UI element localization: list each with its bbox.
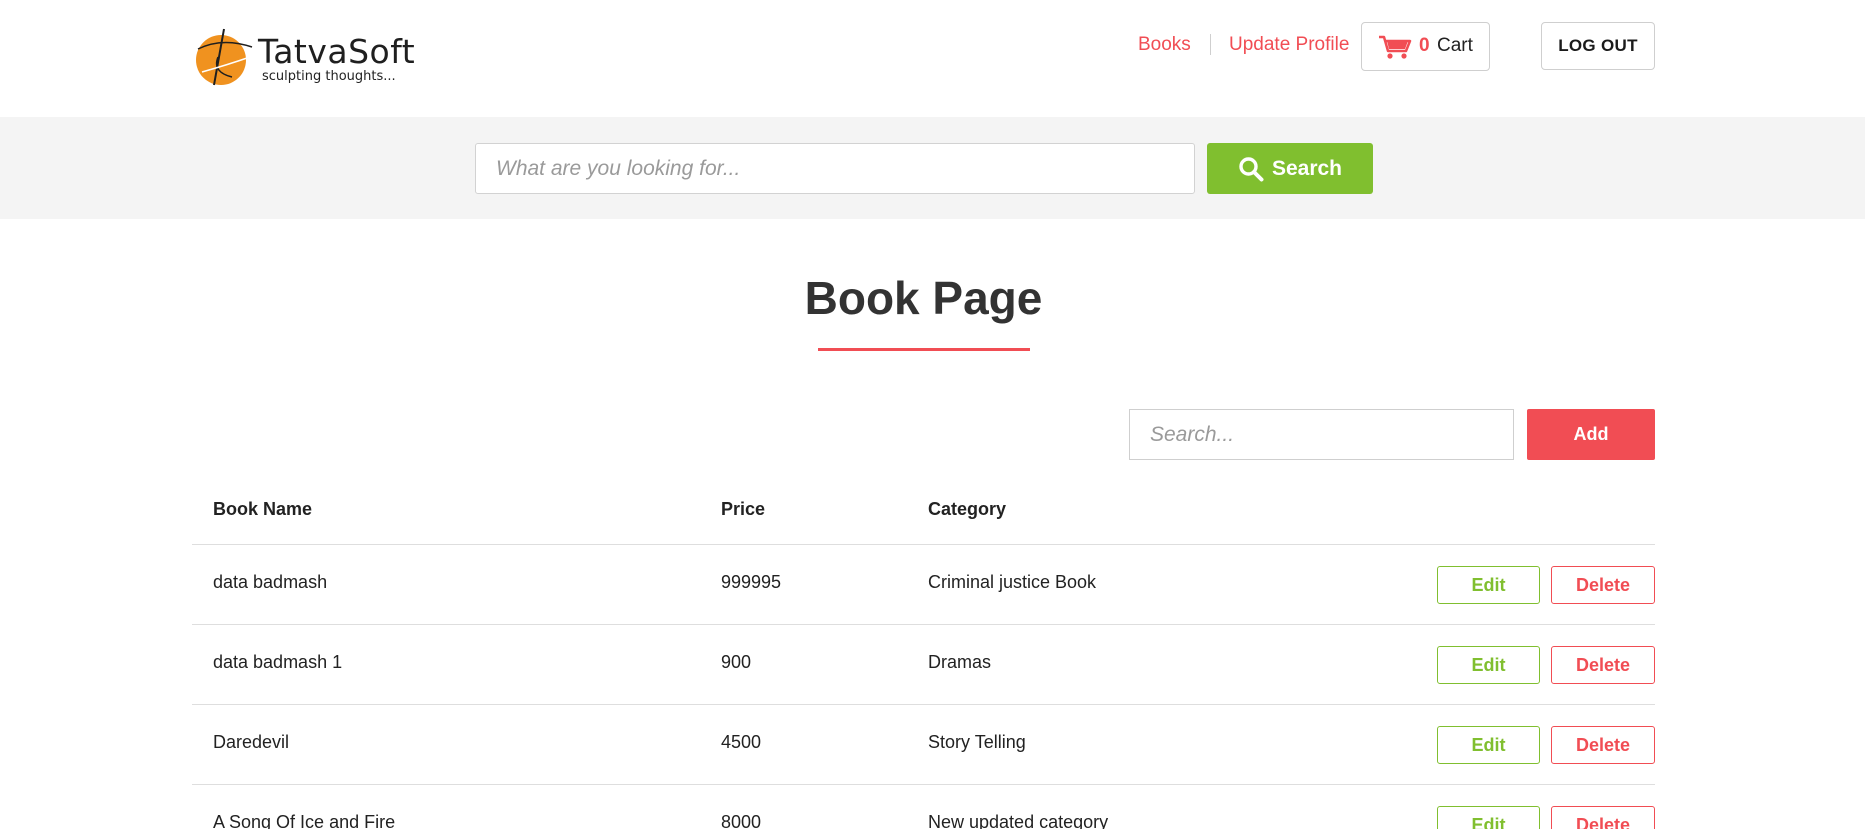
logout-button[interactable]: LOG OUT: [1541, 22, 1655, 70]
brand-logo[interactable]: TatvaSoft sculpting thoughts...: [192, 27, 432, 91]
delete-button[interactable]: Delete: [1551, 566, 1655, 604]
books-table: Book Name Price Category data badmash 99…: [192, 485, 1655, 829]
cart-button[interactable]: 0 Cart: [1361, 22, 1490, 71]
cell-price: 8000: [721, 812, 762, 829]
cell-price: 900: [721, 652, 752, 672]
edit-button[interactable]: Edit: [1437, 726, 1540, 764]
delete-button[interactable]: Delete: [1551, 806, 1655, 829]
column-header-category: Category: [928, 499, 1007, 519]
header: TatvaSoft sculpting thoughts... Books Up…: [0, 0, 1867, 117]
table-row: Daredevil 4500 Story Telling Edit Delete: [192, 705, 1655, 785]
brand-tagline: sculpting thoughts...: [262, 69, 396, 84]
column-header-book-name: Book Name: [213, 499, 313, 519]
cell-price: 4500: [721, 732, 762, 752]
cart-count: 0: [1419, 35, 1430, 56]
cell-category: Criminal justice Book: [928, 572, 1097, 592]
brand-name: TatvaSoft: [258, 32, 416, 71]
search-button-label: Search: [1271, 156, 1343, 180]
table-row: data badmash 999995 Criminal justice Boo…: [192, 545, 1655, 625]
cell-book-name: A Song Of Ice and Fire: [213, 812, 396, 829]
search-icon: [1239, 156, 1264, 181]
cart-label: Cart: [1437, 35, 1473, 56]
cell-category: Dramas: [928, 652, 992, 672]
delete-button[interactable]: Delete: [1551, 646, 1655, 684]
page-title: Book Page: [804, 272, 1043, 324]
table-search-input[interactable]: [1129, 409, 1514, 460]
add-button[interactable]: Add: [1527, 409, 1655, 460]
cell-book-name: data badmash 1: [213, 652, 343, 672]
cart-icon: [1379, 35, 1412, 59]
edit-button[interactable]: Edit: [1437, 806, 1540, 829]
cell-book-name: data badmash: [213, 572, 328, 592]
nav-books-link[interactable]: Books: [1138, 34, 1191, 56]
main-search-input[interactable]: [475, 143, 1195, 194]
table-header: Book Name Price Category: [192, 485, 1655, 545]
search-button[interactable]: Search: [1207, 143, 1373, 194]
title-underline: [818, 348, 1030, 351]
cell-category: Story Telling: [928, 732, 1026, 752]
cell-book-name: Daredevil: [213, 732, 290, 752]
delete-button[interactable]: Delete: [1551, 726, 1655, 764]
column-header-price: Price: [721, 499, 766, 519]
search-band: Search: [0, 117, 1865, 219]
edit-button[interactable]: Edit: [1437, 566, 1540, 604]
cell-category: New updated category: [928, 812, 1109, 829]
tatvasoft-logo-icon: [196, 28, 253, 86]
cell-price: 999995: [721, 572, 782, 592]
table-row: A Song Of Ice and Fire 8000 New updated …: [192, 785, 1655, 829]
nav-divider: [1210, 34, 1211, 55]
nav-update-profile-link[interactable]: Update Profile: [1229, 34, 1349, 56]
table-row: data badmash 1 900 Dramas Edit Delete: [192, 625, 1655, 705]
edit-button[interactable]: Edit: [1437, 646, 1540, 684]
